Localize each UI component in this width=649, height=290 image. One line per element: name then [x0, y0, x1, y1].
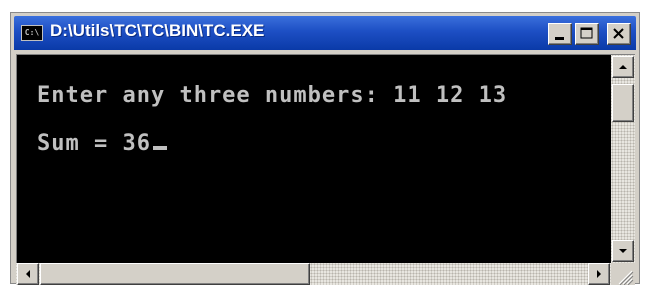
resize-grip[interactable]	[611, 263, 635, 286]
minimize-button[interactable]	[548, 23, 572, 45]
console-line: Sum = 36	[37, 131, 167, 156]
close-button[interactable]	[607, 23, 631, 45]
vertical-scrollbar[interactable]	[611, 54, 635, 263]
window-title: D:\Utils\TC\TC\BIN\TC.EXE	[50, 21, 265, 40]
horizontal-scroll-thumb[interactable]	[40, 263, 310, 285]
vertical-scroll-thumb[interactable]	[612, 84, 634, 122]
console-output[interactable]: Enter any three numbers: 11 12 13 Sum = …	[16, 54, 611, 263]
arrow-right-icon	[597, 270, 601, 278]
scroll-down-button[interactable]	[612, 240, 634, 262]
arrow-down-icon	[619, 249, 627, 253]
arrow-up-icon	[619, 65, 627, 69]
console-line-text: Sum = 36	[37, 131, 151, 156]
maximize-button[interactable]	[575, 23, 599, 45]
arrow-left-icon	[26, 270, 30, 278]
console-window: C:\ D:\Utils\TC\TC\BIN\TC.EXE Enter any …	[10, 12, 640, 286]
console-app-icon[interactable]: C:\	[21, 25, 43, 41]
scroll-left-button[interactable]	[17, 263, 39, 285]
close-icon	[613, 28, 624, 39]
text-cursor	[152, 146, 167, 150]
horizontal-scrollbar[interactable]	[16, 263, 611, 285]
console-line: Enter any three numbers: 11 12 13	[37, 83, 508, 108]
scroll-right-button[interactable]	[588, 263, 610, 285]
scroll-up-button[interactable]	[612, 56, 634, 78]
maximize-icon	[580, 27, 593, 39]
title-bar[interactable]: C:\ D:\Utils\TC\TC\BIN\TC.EXE	[14, 16, 636, 50]
minimize-icon	[555, 37, 564, 40]
resize-grip-icon	[618, 270, 634, 286]
